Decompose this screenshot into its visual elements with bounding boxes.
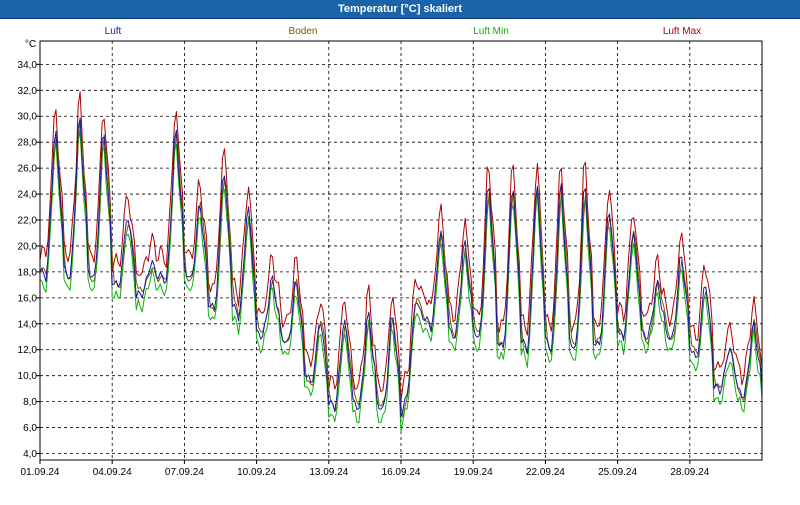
x-tick-label: 28.09.24 (670, 467, 709, 478)
y-tick-label: 12,0 (18, 345, 38, 356)
x-tick-label: 07.09.24 (165, 467, 204, 478)
x-tick-label: 16.09.24 (382, 467, 421, 478)
temperature-chart: Luft Boden Luft Min Luft Max °C 4,0 6,0 8,0 10… (18, 26, 763, 478)
y-tick-label: 28,0 (18, 138, 38, 149)
y-tick-label: 18,0 (18, 267, 38, 278)
y-tick-label: 14,0 (18, 319, 38, 330)
legend-luft-max: Luft Max (663, 26, 701, 37)
y-tick-label: 34,0 (18, 60, 38, 71)
y-tick-label: 8,0 (23, 397, 37, 408)
legend-luft-min: Luft Min (473, 26, 509, 37)
chart-title: Temperatur [°C] skaliert (0, 0, 800, 19)
y-tick-label: 32,0 (18, 86, 38, 97)
y-tick-label: 26,0 (18, 164, 38, 175)
x-tick-label: 01.09.24 (21, 467, 60, 478)
x-tick-label: 04.09.24 (93, 467, 132, 478)
x-tick-label: 10.09.24 (237, 467, 276, 478)
y-tick-label: 20,0 (18, 241, 38, 252)
chart-area: Luft Boden Luft Min Luft Max °C 4,0 6,0 8,0 10… (0, 18, 800, 500)
x-tick-label: 25.09.24 (598, 467, 637, 478)
x-tick-label: 22.09.24 (526, 467, 565, 478)
x-axis-ticks: 01.09.24 04.09.24 07.09.24 10.09.24 13.09.24… (21, 460, 710, 478)
y-tick-label: 16,0 (18, 293, 38, 304)
legend-luft: Luft (105, 26, 122, 37)
y-axis-ticks: 4,0 6,0 8,0 10,0 12,0 14,0 16,0 18,0 20,0 22,0 24,… (18, 60, 40, 460)
y-tick-label: 4,0 (23, 449, 37, 460)
y-tick-label: 24,0 (18, 190, 38, 201)
x-tick-label: 13.09.24 (309, 467, 348, 478)
x-tick-label: 19.09.24 (454, 467, 493, 478)
y-tick-label: 10,0 (18, 371, 38, 382)
y-unit-label: °C (25, 39, 36, 50)
series-lines (39, 91, 763, 432)
y-tick-label: 22,0 (18, 216, 38, 227)
legend: Luft Boden Luft Min Luft Max (105, 26, 702, 37)
legend-boden: Boden (289, 26, 318, 37)
y-tick-label: 30,0 (18, 112, 38, 123)
y-tick-label: 6,0 (23, 423, 37, 434)
